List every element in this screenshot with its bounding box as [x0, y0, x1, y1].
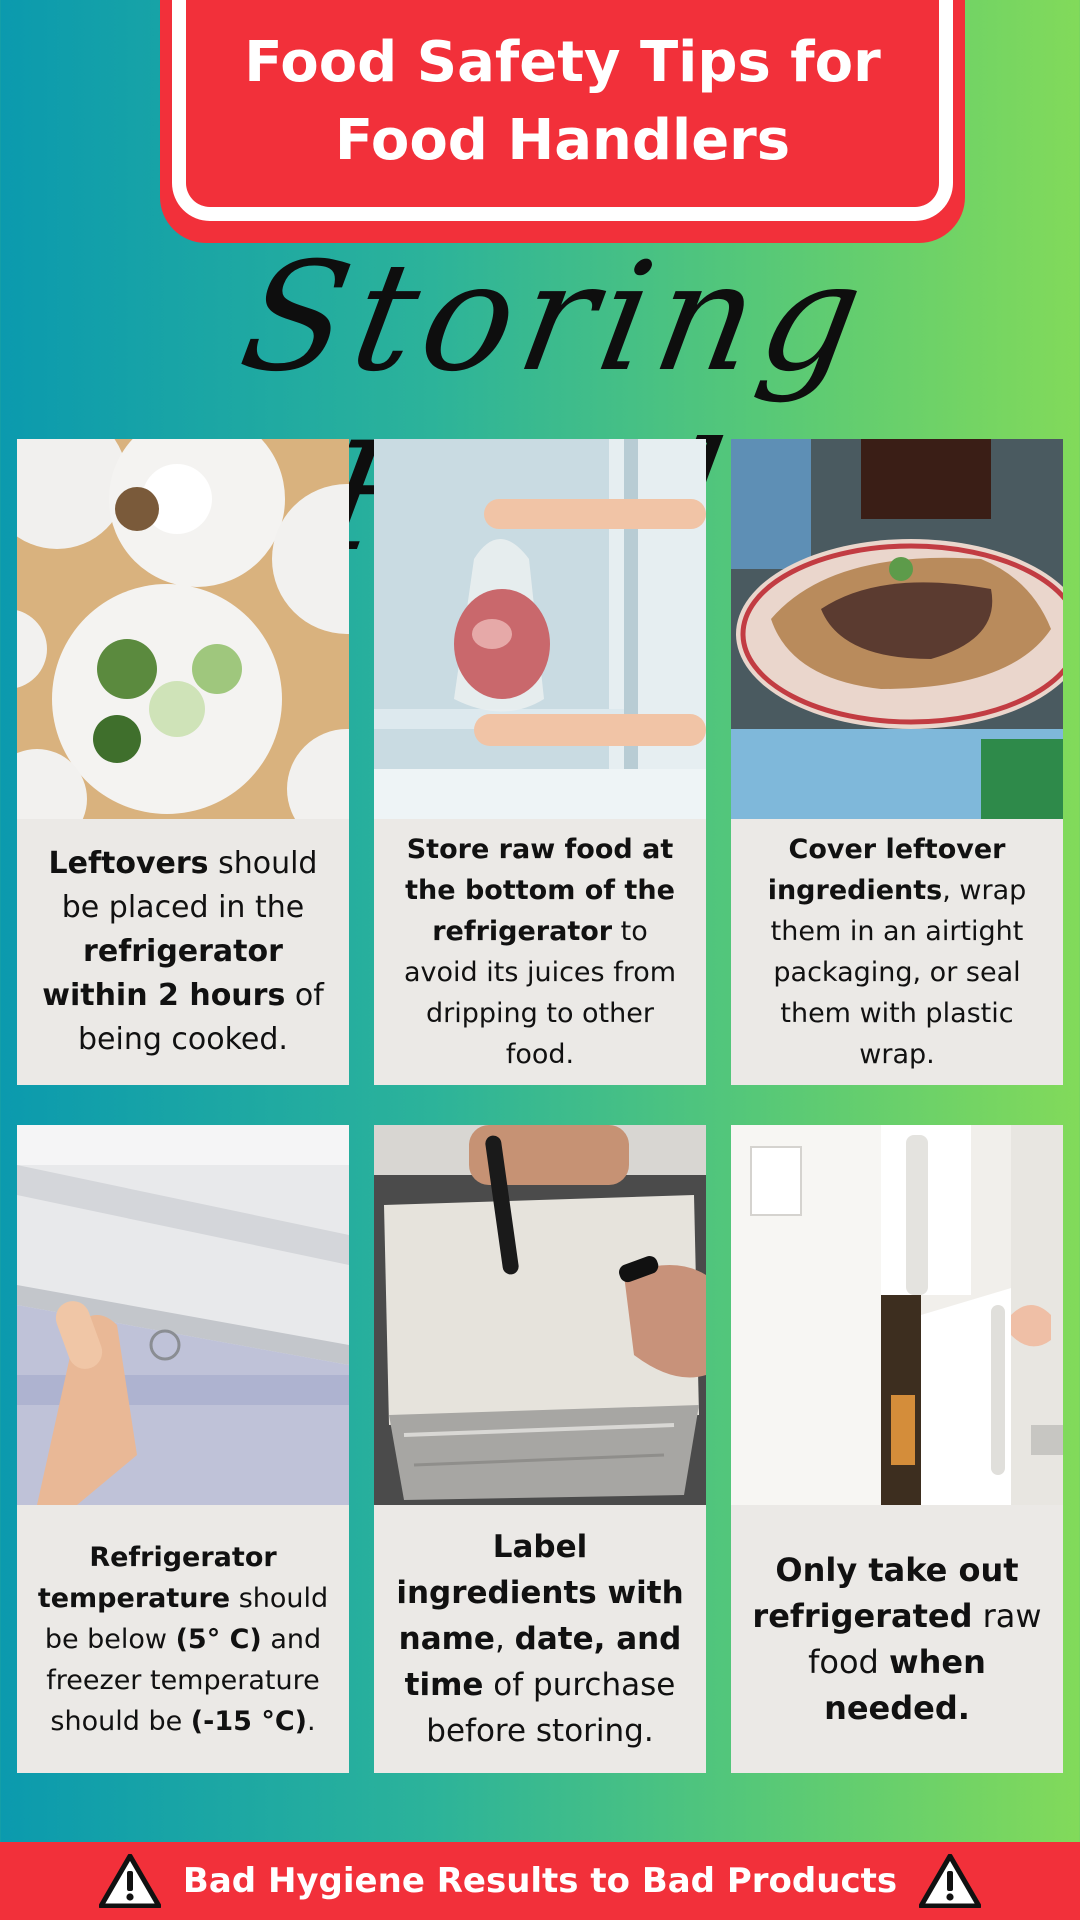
photo-wrapped-pizza: [731, 439, 1063, 819]
tip-text-body: Store raw food at the bottom of the refr…: [392, 829, 688, 1075]
tip-text-bold: (-15 °C): [190, 1705, 307, 1737]
tip-card-raw-food: Store raw food at the bottom of the refr…: [374, 439, 706, 1085]
tip-text-bold: refrigerator within 2 hours: [42, 934, 286, 1013]
tip-text: Only take out refrigerated raw food when…: [731, 1505, 1063, 1773]
tip-text-body: Cover leftover ingredients, wrap them in…: [749, 829, 1045, 1075]
warning-icon: [98, 1854, 161, 1908]
tip-card-temperature: Refrigerator temperature should be below…: [17, 1125, 349, 1773]
tip-card-leftovers: Leftovers should be placed in the refrig…: [17, 439, 349, 1085]
tip-text: Refrigerator temperature should be below…: [17, 1505, 349, 1773]
title-banner: Food Safety Tips for Food Handlers: [160, 0, 965, 243]
tip-text-span: .: [306, 1705, 316, 1737]
tip-text-body: Leftovers should be placed in the refrig…: [35, 842, 331, 1062]
tip-text-bold: (5° C): [175, 1623, 262, 1655]
warning-icon: [919, 1854, 982, 1908]
tip-text: Leftovers should be placed in the refrig…: [17, 819, 349, 1085]
tip-text-body: Only take out refrigerated raw food when…: [749, 1547, 1045, 1731]
photo-open-fridge: [731, 1125, 1063, 1505]
tip-text-bold: Leftovers: [48, 846, 209, 881]
tip-card-labeling: Label ingredients with name, date, and t…: [374, 1125, 706, 1773]
photo-temperature-panel: [17, 1125, 349, 1505]
footer-text: Bad Hygiene Results to Bad Products: [182, 1861, 898, 1901]
tip-text: Label ingredients with name, date, and t…: [374, 1505, 706, 1773]
tip-card-take-out: Only take out refrigerated raw food when…: [731, 1125, 1063, 1773]
title-banner-border: Food Safety Tips for Food Handlers: [172, 0, 953, 221]
tip-text-body: Refrigerator temperature should be below…: [35, 1537, 331, 1742]
tip-text-span: ,: [494, 1621, 515, 1657]
photo-plates-of-food: [17, 439, 349, 819]
page-title: Food Safety Tips for Food Handlers: [244, 30, 881, 173]
photo-labeling-tray: [374, 1125, 706, 1505]
tip-text: Store raw food at the bottom of the refr…: [374, 819, 706, 1085]
footer-banner: Bad Hygiene Results to Bad Products: [0, 1842, 1080, 1920]
tip-text-body: Label ingredients with name, date, and t…: [392, 1524, 688, 1754]
tip-card-cover-leftovers: Cover leftover ingredients, wrap them in…: [731, 439, 1063, 1085]
photo-raw-meat-fridge: [374, 439, 706, 819]
tip-text: Cover leftover ingredients, wrap them in…: [731, 819, 1063, 1085]
